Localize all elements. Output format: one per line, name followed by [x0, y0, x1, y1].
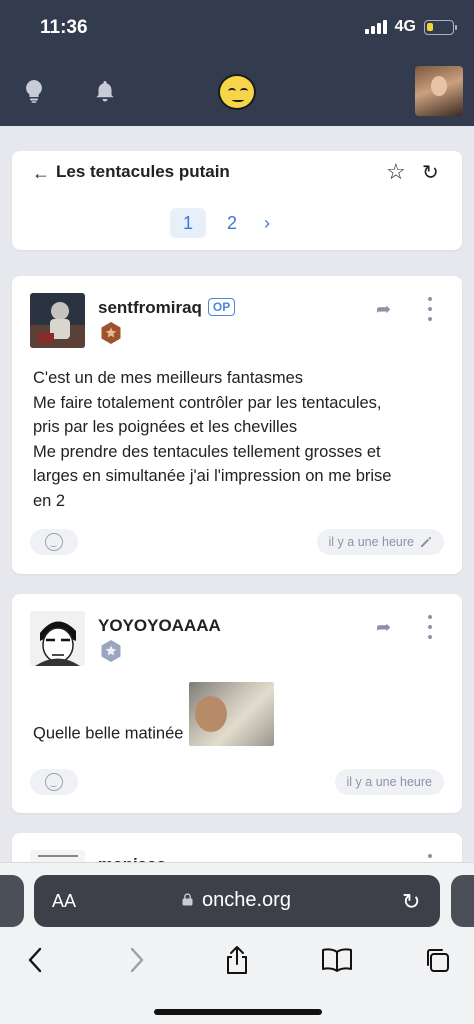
page-2-button[interactable]: 2: [214, 208, 250, 238]
network-label: 4G: [394, 18, 416, 35]
post-line: Me faire totalement contrôler par les te…: [33, 393, 382, 412]
lock-icon: [182, 893, 193, 906]
smiley-logo[interactable]: [218, 74, 256, 110]
author-name[interactable]: YOYOYOAAAA: [98, 616, 221, 636]
user-avatar[interactable]: [415, 66, 463, 116]
author-name[interactable]: sentfromiraq OP: [98, 298, 236, 318]
battery-icon: [424, 19, 457, 35]
browser-toolbar: [0, 937, 474, 985]
pencil-icon: [421, 536, 432, 547]
tabs-icon[interactable]: [420, 943, 454, 977]
post-line: en 2: [33, 491, 66, 510]
time-label: il y a une heure: [346, 775, 432, 789]
post-line: pris par les poignées et les chevilles: [33, 418, 298, 436]
time-label: il y a une heure: [328, 535, 414, 549]
next-tab[interactable]: [451, 875, 474, 927]
signal-icon: [364, 20, 387, 34]
react-button[interactable]: [30, 529, 78, 555]
browser-chrome: AA onche.org ↻: [0, 862, 474, 1024]
address-bar[interactable]: AA onche.org ↻: [34, 875, 440, 927]
share-arrow-icon[interactable]: ➦: [376, 299, 391, 320]
star-icon[interactable]: ☆: [386, 159, 406, 185]
app-header: 11:36 4G: [0, 0, 474, 126]
rank-badge-icon: [99, 321, 123, 345]
lightbulb-icon[interactable]: [21, 78, 47, 104]
reload-icon[interactable]: ↻: [402, 889, 420, 915]
post: sentfromiraq OP ➦ C'est un de mes meilleu…: [12, 276, 462, 574]
next-page-icon[interactable]: ›: [258, 213, 270, 234]
bell-icon[interactable]: [92, 78, 118, 104]
sticker-image[interactable]: [189, 682, 275, 746]
text-size-button[interactable]: AA: [52, 891, 76, 912]
forward-icon[interactable]: [120, 943, 154, 977]
smiley-icon: [45, 773, 63, 791]
back-arrow-icon[interactable]: ←: [32, 163, 50, 184]
post-body: Quelle belle matinée: [33, 682, 275, 746]
post-line: larges en simultanée j'ai l'impression o…: [33, 467, 392, 485]
share-arrow-icon[interactable]: ➦: [376, 617, 391, 638]
react-button[interactable]: [30, 769, 78, 795]
post-line: C'est un de mes meilleurs fantasmes: [33, 369, 304, 387]
author-avatar[interactable]: [30, 293, 85, 348]
more-options-icon[interactable]: [422, 297, 438, 321]
post-time: il y a une heure: [334, 769, 444, 795]
home-indicator[interactable]: [154, 1009, 322, 1015]
topic-title: Les tentacules putain: [56, 162, 230, 181]
url-text: onche.org: [202, 889, 291, 911]
post-time: il y a une heure: [316, 529, 444, 555]
post-line: Quelle belle matinée: [33, 724, 184, 743]
op-badge: OP: [207, 298, 236, 316]
app-toolbar: [0, 58, 474, 126]
page-1-button[interactable]: 1: [170, 208, 206, 238]
post-body: C'est un de mes meilleurs fantasmes Me f…: [33, 366, 391, 513]
status-bar: 11:36 4G: [0, 0, 474, 58]
status-time: 11:36: [40, 17, 88, 38]
bookmarks-icon[interactable]: [320, 943, 354, 977]
back-icon[interactable]: [18, 943, 52, 977]
post-line: Me prendre des tentacules tellement gros…: [33, 442, 381, 461]
previous-tab[interactable]: [0, 875, 24, 927]
rank-badge-icon: [99, 639, 123, 663]
author-avatar[interactable]: [30, 611, 85, 666]
more-options-icon[interactable]: [422, 615, 438, 639]
smiley-icon: [45, 533, 63, 551]
pagination: 1 2 ›: [170, 208, 270, 238]
post: YOYOYOAAAA ➦ Quelle belle matinée il y a…: [12, 594, 462, 813]
refresh-icon[interactable]: ↻: [422, 160, 439, 185]
status-right: 4G: [364, 18, 457, 36]
share-icon[interactable]: [220, 943, 254, 977]
topic-header: ← Les tentacules putain ☆ ↻ 1 2 ›: [12, 151, 462, 250]
